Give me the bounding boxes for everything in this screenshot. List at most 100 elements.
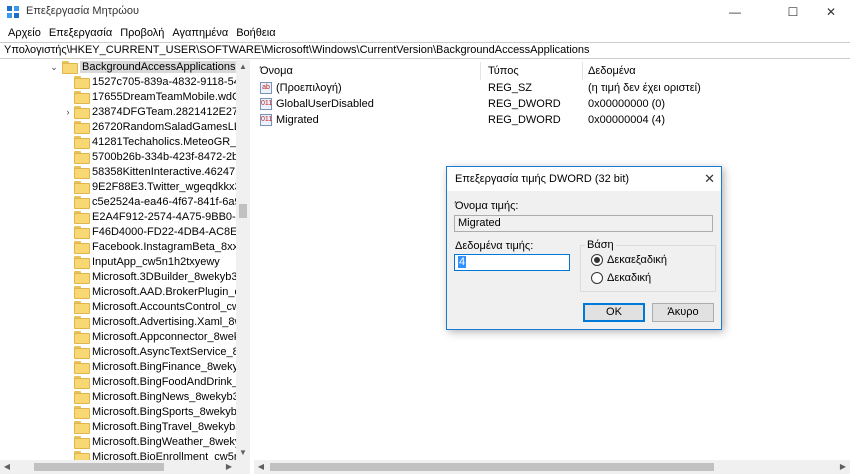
folder-icon <box>74 76 90 89</box>
value-name: GlobalUserDisabled <box>276 98 374 110</box>
folder-icon <box>74 376 90 389</box>
value-row[interactable]: 011 GlobalUserDisabled REG_DWORD 0x00000… <box>258 97 838 113</box>
value-data-input[interactable]: 4 <box>454 254 570 271</box>
column-separator[interactable] <box>480 62 481 80</box>
tree-item[interactable]: Microsoft.BioEnrollment_cw5n1h <box>0 450 236 460</box>
tree-item-label: Microsoft.3DBuilder_8wekyb3d8 <box>92 271 236 283</box>
tree-item-label: Microsoft.AccountsControl_cw5 <box>92 301 236 313</box>
tree-item-label: 5700b26b-334b-423f-8472-2b6ac <box>92 151 236 163</box>
tree-item-label: 41281Techaholics.MeteoGR_g05 <box>92 136 236 148</box>
menu-favorites[interactable]: Αγαπημένα <box>168 27 232 39</box>
folder-icon <box>74 331 90 344</box>
tree-horizontal-scrollbar[interactable]: ◀ ▶ <box>0 460 250 474</box>
tree-item[interactable]: Microsoft.AAD.BrokerPlugin_cw5 <box>0 285 236 300</box>
value-type: REG_SZ <box>488 82 533 94</box>
column-header-data[interactable]: Δεδομένα <box>588 62 636 80</box>
column-separator[interactable] <box>582 62 583 80</box>
folder-icon <box>74 136 90 149</box>
value-row[interactable]: 011 Migrated REG_DWORD 0x00000004 (4) <box>258 113 838 129</box>
tree-item[interactable]: c5e2524a-ea46-4f67-841f-6a9465 <box>0 195 236 210</box>
menu-file[interactable]: Αρχείο <box>4 27 45 39</box>
tree-item[interactable]: Facebook.InstagramBeta_8xx8rvf <box>0 240 236 255</box>
ok-button[interactable]: OK <box>583 303 645 322</box>
tree-item[interactable]: Microsoft.AccountsControl_cw5 <box>0 300 236 315</box>
minimize-button[interactable]: — <box>712 0 758 24</box>
scroll-left-icon[interactable]: ◀ <box>254 460 268 474</box>
scroll-right-icon[interactable]: ▶ <box>836 460 850 474</box>
decimal-radio[interactable]: Δεκαδική <box>591 272 651 284</box>
tree-vertical-scrollbar[interactable]: ▲ ▼ <box>236 60 250 460</box>
scroll-right-icon[interactable]: ▶ <box>222 460 236 474</box>
column-header-name[interactable]: Όνομα <box>260 62 293 80</box>
radio-checked-icon[interactable] <box>591 254 603 266</box>
value-type: REG_DWORD <box>488 114 561 126</box>
tree-item-label: Facebook.InstagramBeta_8xx8rvf <box>92 241 236 253</box>
column-header-type[interactable]: Τύπος <box>488 62 519 80</box>
scroll-thumb[interactable] <box>270 463 714 471</box>
tree-item[interactable]: 41281Techaholics.MeteoGR_g05 <box>0 135 236 150</box>
tree-item-label: 17655DreamTeamMobile.wdGun <box>92 91 236 103</box>
tree-item-background-access-applications[interactable]: ⌄ BackgroundAccessApplications <box>0 60 236 75</box>
tree-item[interactable]: › 23874DFGTeam.2821412E27E3_vx <box>0 105 236 120</box>
tree-item[interactable]: 58358KittenInteractive.46247D6C <box>0 165 236 180</box>
hexadecimal-radio[interactable]: Δεκαεξαδική <box>591 254 667 266</box>
value-data: (η τιμή δεν έχει οριστεί) <box>588 82 701 94</box>
chevron-right-icon[interactable]: › <box>64 108 72 117</box>
tree-item[interactable]: Microsoft.BingFinance_8wekyb3 <box>0 360 236 375</box>
tree-item[interactable]: 1527c705-839a-4832-9118-54d4B <box>0 75 236 90</box>
scroll-thumb[interactable] <box>34 463 164 471</box>
tree-item-label: c5e2524a-ea46-4f67-841f-6a9465 <box>92 196 236 208</box>
cancel-button[interactable]: Άκυρο <box>652 303 714 322</box>
tree-item[interactable]: E2A4F912-2574-4A75-9BB0-0D02 <box>0 210 236 225</box>
scroll-left-icon[interactable]: ◀ <box>0 460 14 474</box>
tree-item[interactable]: Microsoft.BingFoodAndDrink_8v <box>0 375 236 390</box>
tree-item[interactable]: Microsoft.BingNews_8wekyb3d8 <box>0 390 236 405</box>
folder-icon <box>74 256 90 269</box>
folder-icon <box>74 406 90 419</box>
tree-item-label: Microsoft.BingFoodAndDrink_8v <box>92 376 236 388</box>
tree-item[interactable]: 9E2F88E3.Twitter_wgeqdkkx372w <box>0 180 236 195</box>
folder-icon <box>74 91 90 104</box>
folder-open-icon <box>62 61 78 74</box>
tree-item-label: Microsoft.AsyncTextService_8we <box>92 346 236 358</box>
tree-item[interactable]: 26720RandomSaladGamesLLC.H <box>0 120 236 135</box>
folder-icon <box>74 421 90 434</box>
value-data: 0x00000000 (0) <box>588 98 666 110</box>
folder-icon <box>74 151 90 164</box>
tree-item[interactable]: Microsoft.BingSports_8wekyb3d <box>0 405 236 420</box>
tree-item[interactable]: InputApp_cw5n1h2txyewy <box>0 255 236 270</box>
folder-icon <box>74 211 90 224</box>
tree-item-label: E2A4F912-2574-4A75-9BB0-0D02 <box>92 211 236 223</box>
tree-item[interactable]: 17655DreamTeamMobile.wdGun <box>0 90 236 105</box>
menu-view[interactable]: Προβολή <box>116 27 168 39</box>
tree-item[interactable]: Microsoft.Appconnector_8wekyb <box>0 330 236 345</box>
close-button[interactable]: ✕ <box>808 0 850 24</box>
tree-item-label: F46D4000-FD22-4DB4-AC8E-4E1I <box>92 226 236 238</box>
value-type: REG_DWORD <box>488 98 561 110</box>
radio-unchecked-icon[interactable] <box>591 272 603 284</box>
tree-item[interactable]: Microsoft.Advertising.Xaml_8we <box>0 315 236 330</box>
base-groupbox <box>580 245 716 292</box>
menu-help[interactable]: Βοήθεια <box>232 27 279 39</box>
address-bar[interactable]: Υπολογιστής\HKEY_CURRENT_USER\SOFTWARE\M… <box>0 42 850 59</box>
folder-icon <box>74 181 90 194</box>
dialog-close-icon[interactable]: ✕ <box>704 171 715 187</box>
value-name: (Προεπιλογή) <box>276 82 342 94</box>
folder-icon <box>74 451 90 460</box>
scroll-down-icon[interactable]: ▼ <box>236 446 250 460</box>
tree-item[interactable]: F46D4000-FD22-4DB4-AC8E-4E1I <box>0 225 236 240</box>
tree-item[interactable]: 5700b26b-334b-423f-8472-2b6ac <box>0 150 236 165</box>
values-horizontal-scrollbar[interactable]: ◀ ▶ <box>254 460 850 474</box>
tree-item[interactable]: Microsoft.BingTravel_8wekyb3d8 <box>0 420 236 435</box>
tree-item-label: Microsoft.AAD.BrokerPlugin_cw5 <box>92 286 236 298</box>
tree-item-label: InputApp_cw5n1h2txyewy <box>92 256 220 268</box>
scroll-thumb[interactable] <box>239 204 247 218</box>
scroll-up-icon[interactable]: ▲ <box>236 60 250 74</box>
value-row[interactable]: ab (Προεπιλογή) REG_SZ (η τιμή δεν έχει … <box>258 81 838 97</box>
tree-item[interactable]: Microsoft.AsyncTextService_8we <box>0 345 236 360</box>
menu-edit[interactable]: Επεξεργασία <box>45 27 116 39</box>
tree-item[interactable]: Microsoft.3DBuilder_8wekyb3d8 <box>0 270 236 285</box>
value-name-field: Migrated <box>454 215 713 232</box>
chevron-down-icon[interactable]: ⌄ <box>50 63 58 72</box>
tree-item[interactable]: Microsoft.BingWeather_8wekyb3 <box>0 435 236 450</box>
